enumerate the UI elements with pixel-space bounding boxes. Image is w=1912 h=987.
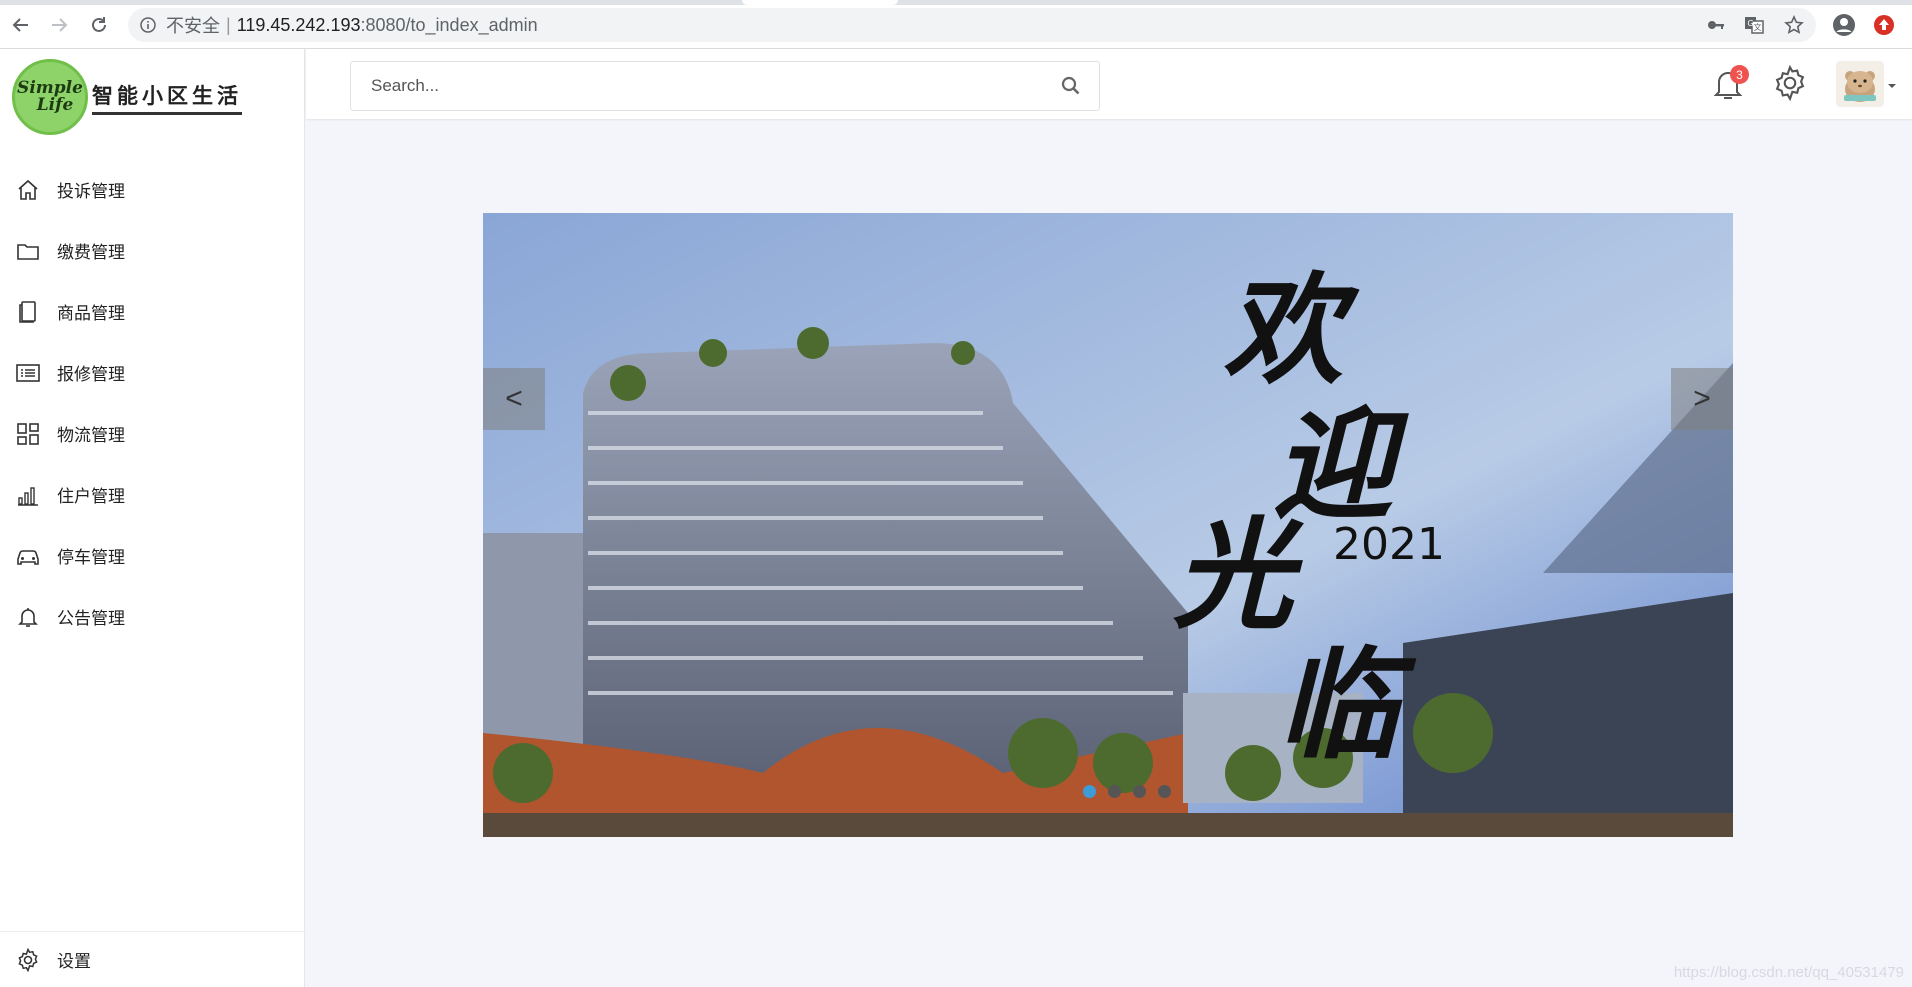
translate-icon[interactable]: 文G <box>1742 13 1766 37</box>
sidebar-item-label: 投诉管理 <box>57 182 125 201</box>
svg-text:文: 文 <box>1754 22 1762 32</box>
sidebar-item-label: 住户管理 <box>57 487 125 506</box>
carousel-dot-1[interactable] <box>1083 785 1096 798</box>
url-text[interactable]: 119.45.242.193:8080/to_index_admin <box>237 15 538 36</box>
grid-icon <box>15 421 41 447</box>
banner-carousel[interactable]: 欢 迎 光 临 2021 < > <box>483 213 1733 837</box>
sidebar-item-residents[interactable]: 住户管理 <box>0 464 305 525</box>
search-input[interactable] <box>351 62 1051 110</box>
logo-text: 智能小区生活 <box>92 80 242 115</box>
sidebar-item-repairs[interactable]: 报修管理 <box>0 342 305 403</box>
avatar[interactable] <box>1836 61 1884 107</box>
sidebar-item-label: 商品管理 <box>57 304 125 323</box>
search-icon[interactable] <box>1051 66 1091 106</box>
sidebar: Simple Life 智能小区生活 投诉管理 缴费管理 商品管理 报修管理 物… <box>0 49 305 987</box>
url-separator: | <box>226 14 231 35</box>
bell-icon <box>15 604 41 630</box>
sidebar-item-logistics[interactable]: 物流管理 <box>0 403 305 464</box>
home-icon <box>15 177 41 203</box>
sidebar-menu: 投诉管理 缴费管理 商品管理 报修管理 物流管理 住户管理 停车管理 公告管理 <box>0 159 305 647</box>
list-icon <box>15 360 41 386</box>
banner-year: 2021 <box>1333 519 1445 570</box>
car-icon <box>15 543 41 569</box>
settings-label: 设置 <box>57 952 91 971</box>
browser-toolbar: 不安全 | 119.45.242.193:8080/to_index_admin… <box>0 0 1912 49</box>
back-icon[interactable] <box>8 12 34 38</box>
logo-badge: Simple Life <box>12 59 88 135</box>
carousel-indicators <box>1083 785 1171 798</box>
search-box <box>350 61 1100 111</box>
insecure-label: 不安全 <box>166 16 220 36</box>
banner-image <box>483 213 1733 837</box>
profile-icon[interactable] <box>1832 13 1856 37</box>
welcome-char: 临 <box>1278 635 1398 776</box>
carousel-next-button[interactable]: > <box>1671 368 1733 430</box>
svg-text:G: G <box>1747 19 1753 28</box>
star-icon[interactable] <box>1782 13 1806 37</box>
forward-icon[interactable] <box>46 12 72 38</box>
key-icon[interactable] <box>1704 13 1728 37</box>
tab-strip <box>0 0 1912 5</box>
carousel-dot-3[interactable] <box>1133 785 1146 798</box>
sidebar-item-parking[interactable]: 停车管理 <box>0 525 305 586</box>
carousel-dot-4[interactable] <box>1158 785 1171 798</box>
url-host: 119.45.242.193 <box>236 14 361 35</box>
carousel-prev-button[interactable]: < <box>483 368 545 430</box>
logo[interactable]: Simple Life 智能小区生活 <box>12 57 252 137</box>
watermark: https://blog.csdn.net/qq_40531479 <box>1673 964 1904 981</box>
active-tab[interactable] <box>742 0 898 5</box>
sidebar-item-label: 缴费管理 <box>57 243 125 262</box>
info-icon[interactable] <box>140 17 156 33</box>
sidebar-item-settings[interactable]: 设置 <box>0 931 305 987</box>
sidebar-item-label: 报修管理 <box>57 365 125 384</box>
sidebar-item-notices[interactable]: 公告管理 <box>0 586 305 647</box>
carousel-dot-2[interactable] <box>1108 785 1121 798</box>
welcome-char: 光 <box>1173 505 1293 646</box>
gear-icon <box>15 947 41 973</box>
bar-chart-icon <box>15 482 41 508</box>
settings-gear-icon[interactable] <box>1772 64 1810 103</box>
chevron-down-icon[interactable] <box>1886 79 1898 91</box>
update-icon[interactable] <box>1872 13 1896 37</box>
reload-icon[interactable] <box>86 12 112 38</box>
sidebar-item-label: 物流管理 <box>57 426 125 445</box>
address-bar[interactable]: 不安全 | 119.45.242.193:8080/to_index_admin <box>128 8 1816 42</box>
copy-icon <box>15 299 41 325</box>
top-header: 3 <box>306 49 1912 119</box>
notification-badge: 3 <box>1730 65 1749 84</box>
folder-icon <box>15 238 41 264</box>
sidebar-item-label: 公告管理 <box>57 609 125 628</box>
sidebar-item-products[interactable]: 商品管理 <box>0 281 305 342</box>
url-path: :8080/to_index_admin <box>360 14 538 35</box>
sidebar-item-complaints[interactable]: 投诉管理 <box>0 159 305 220</box>
logo-line2: Life <box>36 95 74 115</box>
sidebar-item-payments[interactable]: 缴费管理 <box>0 220 305 281</box>
sidebar-item-label: 停车管理 <box>57 548 125 567</box>
